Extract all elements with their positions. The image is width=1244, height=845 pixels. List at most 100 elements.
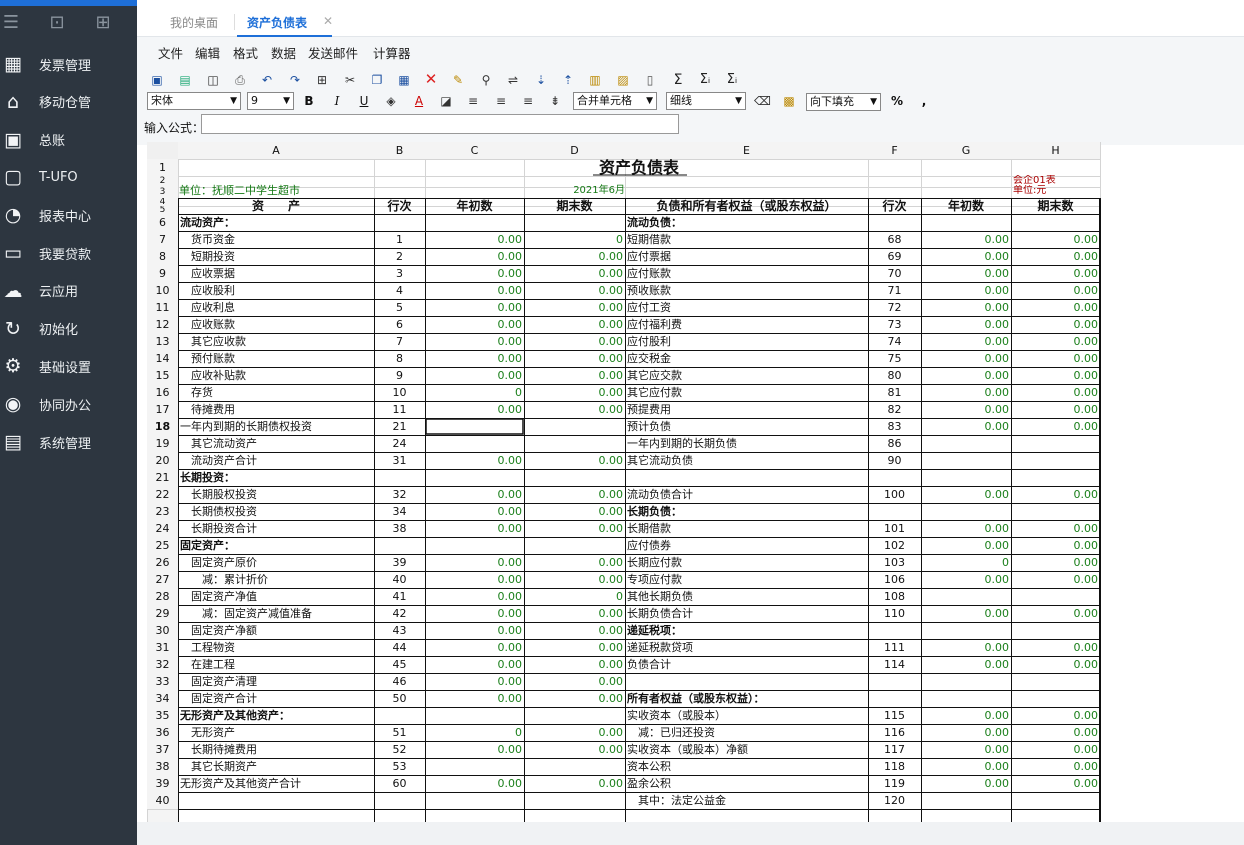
row-header-1[interactable]: 1 — [147, 159, 178, 176]
cell-F30[interactable] — [868, 622, 921, 639]
cell-A24[interactable]: 长期投资合计 — [178, 520, 374, 537]
cell-A33[interactable]: 固定资产清理 — [178, 673, 374, 690]
cell-C25[interactable] — [425, 537, 524, 554]
cell-E39[interactable]: 盈余公积 — [625, 775, 868, 792]
cell-H40[interactable] — [1011, 792, 1100, 809]
sum-row-icon[interactable]: Σᵢ — [697, 72, 713, 88]
cell-C29[interactable]: 0.00 — [425, 605, 524, 622]
cell-F17[interactable]: 82 — [868, 401, 921, 418]
cell-D9[interactable]: 0.00 — [524, 265, 625, 282]
cell-G15[interactable]: 0.00 — [921, 367, 1011, 384]
cell-B40[interactable] — [374, 792, 425, 809]
cell-E32[interactable]: 负债合计 — [625, 656, 868, 673]
cell-A18[interactable]: 一年内到期的长期债权投资 — [178, 418, 374, 435]
cell-G9[interactable]: 0.00 — [921, 265, 1011, 282]
cell-G32[interactable]: 0.00 — [921, 656, 1011, 673]
column-header-E[interactable]: E — [625, 142, 868, 159]
row-header-17[interactable]: 17 — [147, 401, 178, 418]
open-icon[interactable]: ▤ — [177, 72, 193, 88]
cell-C39[interactable]: 0.00 — [425, 775, 524, 792]
cell-C24[interactable]: 0.00 — [425, 520, 524, 537]
row-header-18[interactable]: 18 — [147, 418, 178, 435]
sort-descending-icon[interactable]: ⇡ — [560, 72, 576, 88]
cell-D15[interactable]: 0.00 — [524, 367, 625, 384]
cell-G18[interactable]: 0.00 — [921, 418, 1011, 435]
cell-D14[interactable]: 0.00 — [524, 350, 625, 367]
cell-E26[interactable]: 长期应付款 — [625, 554, 868, 571]
insert-column-icon[interactable]: ▨ — [615, 72, 631, 88]
fill-color-icon[interactable]: ◈ — [383, 93, 399, 109]
cell-H32[interactable]: 0.00 — [1011, 656, 1100, 673]
column-header-H[interactable]: H — [1011, 142, 1100, 159]
row-header-30[interactable]: 30 — [147, 622, 178, 639]
cell-B30[interactable]: 43 — [374, 622, 425, 639]
cell-C30[interactable]: 0.00 — [425, 622, 524, 639]
tab-balance-sheet[interactable]: 资产负债表 — [247, 14, 307, 31]
cell-G28[interactable] — [921, 588, 1011, 605]
cell-E30[interactable]: 递延税项： — [625, 622, 868, 639]
cell-A25[interactable]: 固定资产： — [178, 537, 374, 554]
row-header-7[interactable]: 7 — [147, 231, 178, 248]
cell-A8[interactable]: 短期投资 — [178, 248, 374, 265]
sum-icon[interactable]: Σ — [670, 72, 686, 88]
cell-B21[interactable] — [374, 469, 425, 486]
cell-C38[interactable] — [425, 758, 524, 775]
cell-G10[interactable]: 0.00 — [921, 282, 1011, 299]
cell-B33[interactable]: 46 — [374, 673, 425, 690]
cell-A35[interactable]: 无形资产及其他资产： — [178, 707, 374, 724]
cell-H17[interactable]: 0.00 — [1011, 401, 1100, 418]
cell-A12[interactable]: 应收账款 — [178, 316, 374, 333]
cell-A14[interactable]: 预付账款 — [178, 350, 374, 367]
cell-F6[interactable] — [868, 214, 921, 231]
cell-E28[interactable]: 其他长期负债 — [625, 588, 868, 605]
font-size-select[interactable]: 9 ▼ — [247, 92, 294, 110]
cell-C33[interactable]: 0.00 — [425, 673, 524, 690]
cell-D13[interactable]: 0.00 — [524, 333, 625, 350]
cell-D23[interactable]: 0.00 — [524, 503, 625, 520]
cell-A23[interactable]: 长期债权投资 — [178, 503, 374, 520]
cell-C15[interactable]: 0.00 — [425, 367, 524, 384]
cell-B14[interactable]: 8 — [374, 350, 425, 367]
cell-G29[interactable]: 0.00 — [921, 605, 1011, 622]
sidebar-item-ufo[interactable]: ▢ T-UFO — [0, 158, 137, 196]
cell-C23[interactable]: 0.00 — [425, 503, 524, 520]
table-header-b[interactable]: 行次 — [374, 198, 425, 214]
row-header-14[interactable]: 14 — [147, 350, 178, 367]
cell-A26[interactable]: 固定资产原价 — [178, 554, 374, 571]
cell-A20[interactable]: 流动资产合计 — [178, 452, 374, 469]
cell-G17[interactable]: 0.00 — [921, 401, 1011, 418]
row-header-16[interactable]: 16 — [147, 384, 178, 401]
cell-D12[interactable]: 0.00 — [524, 316, 625, 333]
cell-E9[interactable]: 应付账款 — [625, 265, 868, 282]
cell-F39[interactable]: 119 — [868, 775, 921, 792]
report-period[interactable]: 2021年6月 — [435, 184, 625, 198]
menu-calculator[interactable]: 计算器 — [373, 43, 411, 62]
cell-A22[interactable]: 长期股权投资 — [178, 486, 374, 503]
cell-H6[interactable] — [1011, 214, 1100, 231]
cell-F16[interactable]: 81 — [868, 384, 921, 401]
row-header-27[interactable]: 27 — [147, 571, 178, 588]
cell-A17[interactable]: 待摊费用 — [178, 401, 374, 418]
cell-D17[interactable]: 0.00 — [524, 401, 625, 418]
cell-B6[interactable] — [374, 214, 425, 231]
row-header-31[interactable]: 31 — [147, 639, 178, 656]
cell-D35[interactable] — [524, 707, 625, 724]
new-window-icon[interactable]: ⊞ — [92, 12, 114, 34]
cell-C20[interactable]: 0.00 — [425, 452, 524, 469]
cell-C26[interactable]: 0.00 — [425, 554, 524, 571]
cell-E11[interactable]: 应付工资 — [625, 299, 868, 316]
cell-D26[interactable]: 0.00 — [524, 554, 625, 571]
cell-H11[interactable]: 0.00 — [1011, 299, 1100, 316]
cell-D6[interactable] — [524, 214, 625, 231]
row-header-25[interactable]: 25 — [147, 537, 178, 554]
cell-H37[interactable]: 0.00 — [1011, 741, 1100, 758]
cell-F22[interactable]: 100 — [868, 486, 921, 503]
column-header-C[interactable]: C — [425, 142, 524, 159]
cell-G20[interactable] — [921, 452, 1011, 469]
cell-D27[interactable]: 0.00 — [524, 571, 625, 588]
sidebar-item-ledger[interactable]: ▣ 总账 — [0, 121, 137, 159]
table-header-e[interactable]: 负债和所有者权益（或股东权益） — [625, 198, 868, 214]
cell-H21[interactable] — [1011, 469, 1100, 486]
sum-column-icon[interactable]: Σᵢ — [724, 72, 740, 88]
cell-D25[interactable] — [524, 537, 625, 554]
